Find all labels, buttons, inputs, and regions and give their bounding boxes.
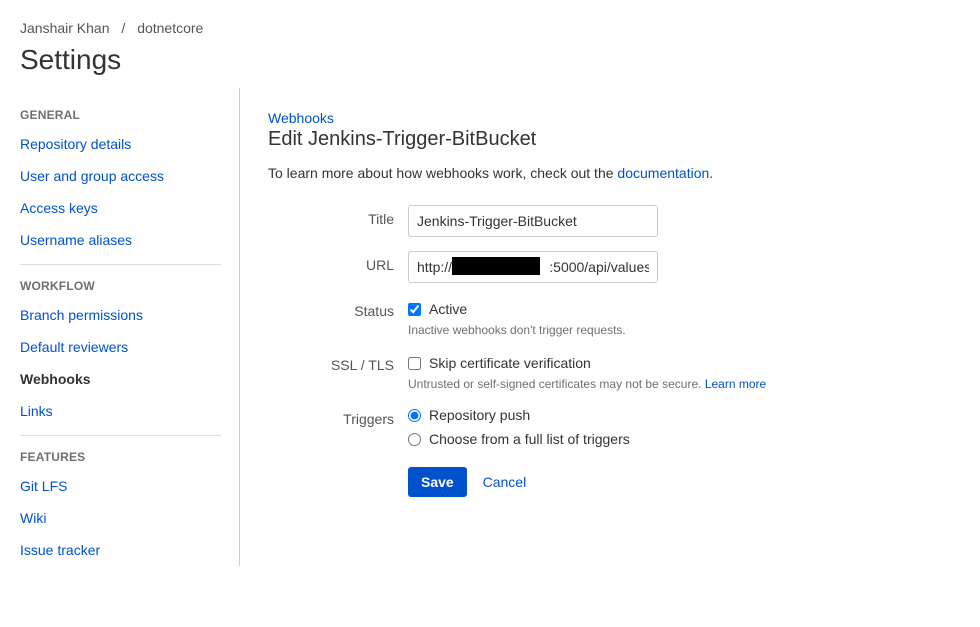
title-label: Title (268, 205, 408, 227)
active-label[interactable]: Active (429, 301, 467, 317)
divider (20, 435, 221, 436)
sidebar-item-webhooks[interactable]: Webhooks (20, 363, 221, 395)
sidebar-item-branch-permissions[interactable]: Branch permissions (20, 299, 221, 331)
sidebar-item-default-reviewers[interactable]: Default reviewers (20, 331, 221, 363)
url-label: URL (268, 251, 408, 273)
breadcrumb-owner[interactable]: Janshair Khan (20, 20, 110, 36)
section-header-workflow: WORKFLOW (20, 279, 221, 293)
documentation-link[interactable]: documentation (617, 165, 709, 181)
breadcrumb-separator: / (121, 20, 125, 36)
form-title: Edit Jenkins-Trigger-BitBucket (268, 128, 960, 151)
active-help-text: Inactive webhooks don't trigger requests… (408, 323, 960, 337)
ssl-label: SSL / TLS (268, 351, 408, 373)
sidebar-item-access-keys[interactable]: Access keys (20, 192, 221, 224)
trigger-push-radio[interactable] (408, 409, 421, 422)
breadcrumb-repo[interactable]: dotnetcore (137, 20, 203, 36)
active-checkbox[interactable] (408, 303, 421, 316)
sidebar: GENERAL Repository details User and grou… (20, 88, 240, 566)
status-label: Status (268, 297, 408, 319)
ssl-skip-checkbox[interactable] (408, 357, 421, 370)
redacted-block (452, 257, 540, 275)
main-content: Webhooks Edit Jenkins-Trigger-BitBucket … (240, 88, 960, 566)
trigger-full-label[interactable]: Choose from a full list of triggers (429, 431, 630, 447)
save-button[interactable]: Save (408, 467, 467, 497)
ssl-help-text: Untrusted or self-signed certificates ma… (408, 377, 960, 391)
sidebar-item-git-lfs[interactable]: Git LFS (20, 470, 221, 502)
breadcrumb: Janshair Khan / dotnetcore (20, 20, 960, 36)
section-header-general: GENERAL (20, 108, 221, 122)
cancel-button[interactable]: Cancel (483, 474, 527, 490)
sidebar-item-repository-details[interactable]: Repository details (20, 128, 221, 160)
trigger-full-radio[interactable] (408, 433, 421, 446)
webhooks-breadcrumb-link[interactable]: Webhooks (268, 110, 334, 126)
section-header-features: FEATURES (20, 450, 221, 464)
triggers-label: Triggers (268, 405, 408, 427)
sidebar-item-wiki[interactable]: Wiki (20, 502, 221, 534)
sidebar-item-username-aliases[interactable]: Username aliases (20, 224, 221, 256)
ssl-skip-label[interactable]: Skip certificate verification (429, 355, 591, 371)
trigger-push-label[interactable]: Repository push (429, 407, 530, 423)
learn-more-text: To learn more about how webhooks work, c… (268, 165, 960, 181)
ssl-learn-more-link[interactable]: Learn more (705, 377, 766, 391)
sidebar-item-issue-tracker[interactable]: Issue tracker (20, 534, 221, 566)
sidebar-item-user-group-access[interactable]: User and group access (20, 160, 221, 192)
page-title: Settings (20, 44, 960, 76)
sidebar-item-links[interactable]: Links (20, 395, 221, 427)
title-input[interactable] (408, 205, 658, 237)
divider (20, 264, 221, 265)
